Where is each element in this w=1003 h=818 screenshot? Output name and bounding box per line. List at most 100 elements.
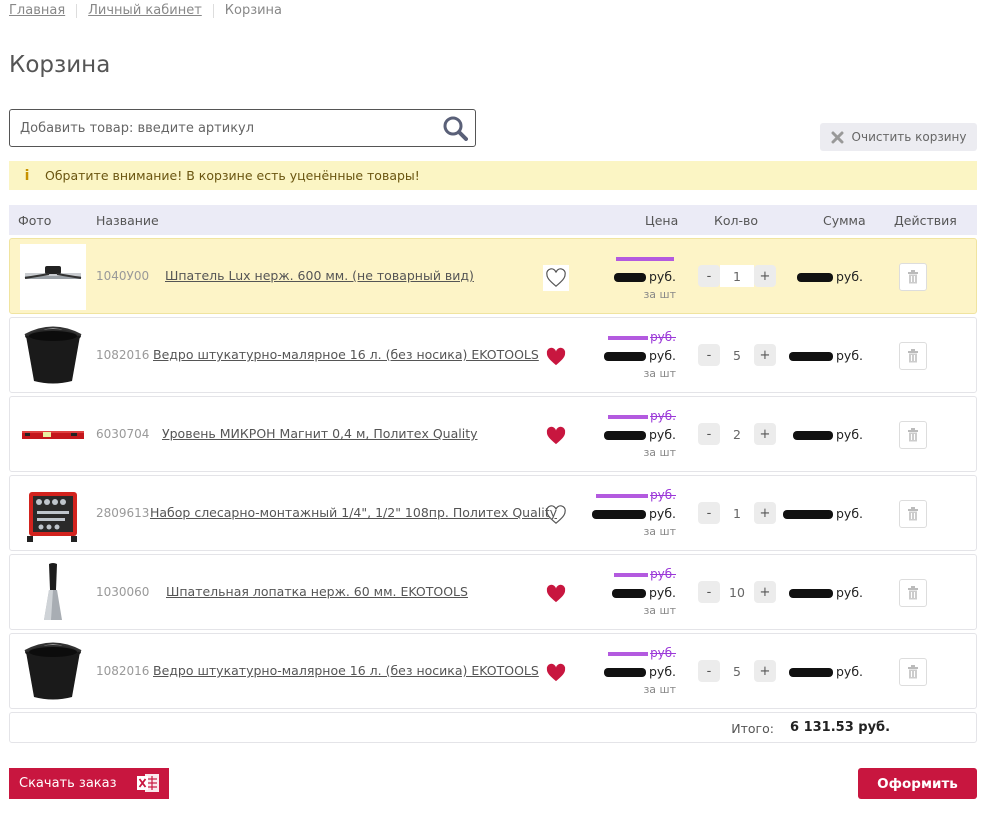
- price-unit: за шт: [643, 525, 676, 538]
- row-sum: руб.: [782, 506, 863, 521]
- qty-increase-button[interactable]: +: [754, 423, 776, 445]
- heart-outline-icon: [546, 268, 566, 287]
- qty-input[interactable]: [720, 581, 754, 603]
- info-icon: i: [24, 167, 30, 184]
- product-photo[interactable]: [20, 323, 86, 389]
- qty-decrease-button[interactable]: -: [698, 265, 720, 287]
- heart-filled-icon: [546, 584, 566, 603]
- cart-total: Итого: 6 131.53 руб.: [9, 712, 977, 743]
- column-quantity: Кол-во: [714, 213, 759, 228]
- delete-button[interactable]: [899, 658, 927, 686]
- product-name-link[interactable]: Шпательная лопатка нерж. 60 мм. EKOTOOLS: [166, 584, 468, 599]
- download-order-label: Скачать заказ: [19, 776, 117, 791]
- price: руб.: [591, 506, 676, 521]
- price-unit: за шт: [643, 288, 676, 301]
- delete-button[interactable]: [899, 421, 927, 449]
- row-sum: руб.: [788, 664, 863, 679]
- add-product-search: [9, 109, 476, 147]
- delete-button[interactable]: [899, 263, 927, 291]
- qty-increase-button[interactable]: +: [754, 581, 776, 603]
- old-price: руб.: [596, 488, 676, 502]
- qty-increase-button[interactable]: +: [754, 660, 776, 682]
- breadcrumb-current: Корзина: [224, 3, 283, 18]
- qty-input[interactable]: [720, 423, 754, 445]
- qty-decrease-button[interactable]: -: [698, 344, 720, 366]
- price: руб.: [613, 269, 676, 284]
- product-name-link[interactable]: Набор слесарно-монтажный 1/4", 1/2" 108п…: [150, 505, 557, 520]
- qty-input[interactable]: [720, 344, 754, 366]
- heart-filled-icon: [546, 426, 566, 445]
- column-name: Название: [96, 213, 159, 228]
- heart-filled-icon: [546, 347, 566, 366]
- heart-filled-icon: [546, 663, 566, 682]
- price-unit: за шт: [643, 446, 676, 459]
- trash-icon: [908, 270, 918, 284]
- qty-input[interactable]: [720, 502, 754, 524]
- search-icon: [443, 116, 468, 141]
- favorite-button[interactable]: [543, 660, 569, 686]
- old-price: руб.: [608, 409, 676, 423]
- cart-row: 2809613 Набор слесарно-монтажный 1/4", 1…: [9, 475, 977, 551]
- price: руб.: [603, 427, 676, 442]
- qty-increase-button[interactable]: +: [754, 502, 776, 524]
- delete-button[interactable]: [899, 500, 927, 528]
- qty-increase-button[interactable]: +: [754, 344, 776, 366]
- column-actions: Действия: [894, 213, 957, 228]
- column-photo: Фото: [18, 213, 52, 228]
- old-price: руб.: [608, 646, 676, 660]
- trash-icon: [908, 428, 918, 442]
- clear-cart-label: Очистить корзину: [851, 130, 967, 144]
- close-icon: [831, 131, 844, 143]
- product-photo[interactable]: [20, 402, 86, 468]
- cart-row: 1040У00 Шпатель Lux нерж. 600 мм. (не то…: [9, 238, 977, 314]
- product-name-link[interactable]: Шпатель Lux нерж. 600 мм. (не товарный в…: [165, 268, 474, 283]
- product-name-link[interactable]: Ведро штукатурно-малярное 16 л. (без нос…: [153, 347, 539, 362]
- qty-decrease-button[interactable]: -: [698, 423, 720, 445]
- checkout-button[interactable]: Оформить: [858, 768, 977, 799]
- product-photo[interactable]: [20, 560, 86, 626]
- old-price: [616, 251, 676, 265]
- product-photo[interactable]: [20, 639, 86, 705]
- qty-increase-button[interactable]: +: [754, 265, 776, 287]
- breadcrumb-separator: [76, 3, 78, 18]
- price: руб.: [603, 664, 676, 679]
- quantity-stepper: - +: [698, 265, 776, 287]
- favorite-button[interactable]: [543, 502, 569, 528]
- qty-input[interactable]: [720, 265, 754, 287]
- delete-button[interactable]: [899, 342, 927, 370]
- qty-decrease-button[interactable]: -: [698, 581, 720, 603]
- cart-row: 1082016 Ведро штукатурно-малярное 16 л. …: [9, 317, 977, 393]
- price-unit: за шт: [643, 683, 676, 696]
- product-photo[interactable]: [20, 244, 86, 310]
- breadcrumb-account-link[interactable]: Личный кабинет: [88, 3, 202, 18]
- old-price: руб.: [608, 330, 676, 344]
- quantity-stepper: - +: [698, 660, 776, 682]
- favorite-button[interactable]: [543, 423, 569, 449]
- download-order-button[interactable]: Скачать заказ: [9, 768, 169, 799]
- product-sku: 6030704: [96, 427, 150, 441]
- qty-decrease-button[interactable]: -: [698, 502, 720, 524]
- favorite-button[interactable]: [543, 581, 569, 607]
- favorite-button[interactable]: [543, 344, 569, 370]
- total-value: 6 131.53 руб.: [790, 720, 891, 735]
- product-name-link[interactable]: Ведро штукатурно-малярное 16 л. (без нос…: [153, 663, 539, 678]
- article-search-input[interactable]: [10, 110, 435, 146]
- delete-button[interactable]: [899, 579, 927, 607]
- price-unit: за шт: [643, 604, 676, 617]
- product-name-link[interactable]: Уровень МИКРОН Магнит 0,4 м, Политех Qua…: [162, 426, 478, 441]
- quantity-stepper: - +: [698, 423, 776, 445]
- favorite-button[interactable]: [543, 265, 569, 291]
- discount-notice: i Обратите внимание! В корзине есть уцен…: [9, 161, 977, 190]
- clear-cart-button[interactable]: Очистить корзину: [820, 123, 977, 151]
- breadcrumb-home-link[interactable]: Главная: [9, 3, 65, 18]
- search-button[interactable]: [435, 110, 475, 146]
- breadcrumb: Главная Личный кабинет Корзина: [9, 3, 282, 18]
- cart-row: 6030704 Уровень МИКРОН Магнит 0,4 м, Пол…: [9, 396, 977, 472]
- qty-decrease-button[interactable]: -: [698, 660, 720, 682]
- page-title: Корзина: [9, 52, 111, 78]
- qty-input[interactable]: [720, 660, 754, 682]
- product-sku: 1082016: [96, 348, 150, 362]
- product-photo[interactable]: [20, 481, 86, 547]
- quantity-stepper: - +: [698, 581, 776, 603]
- cart-table-header: Фото Название Цена Кол-во Сумма Действия: [9, 205, 977, 235]
